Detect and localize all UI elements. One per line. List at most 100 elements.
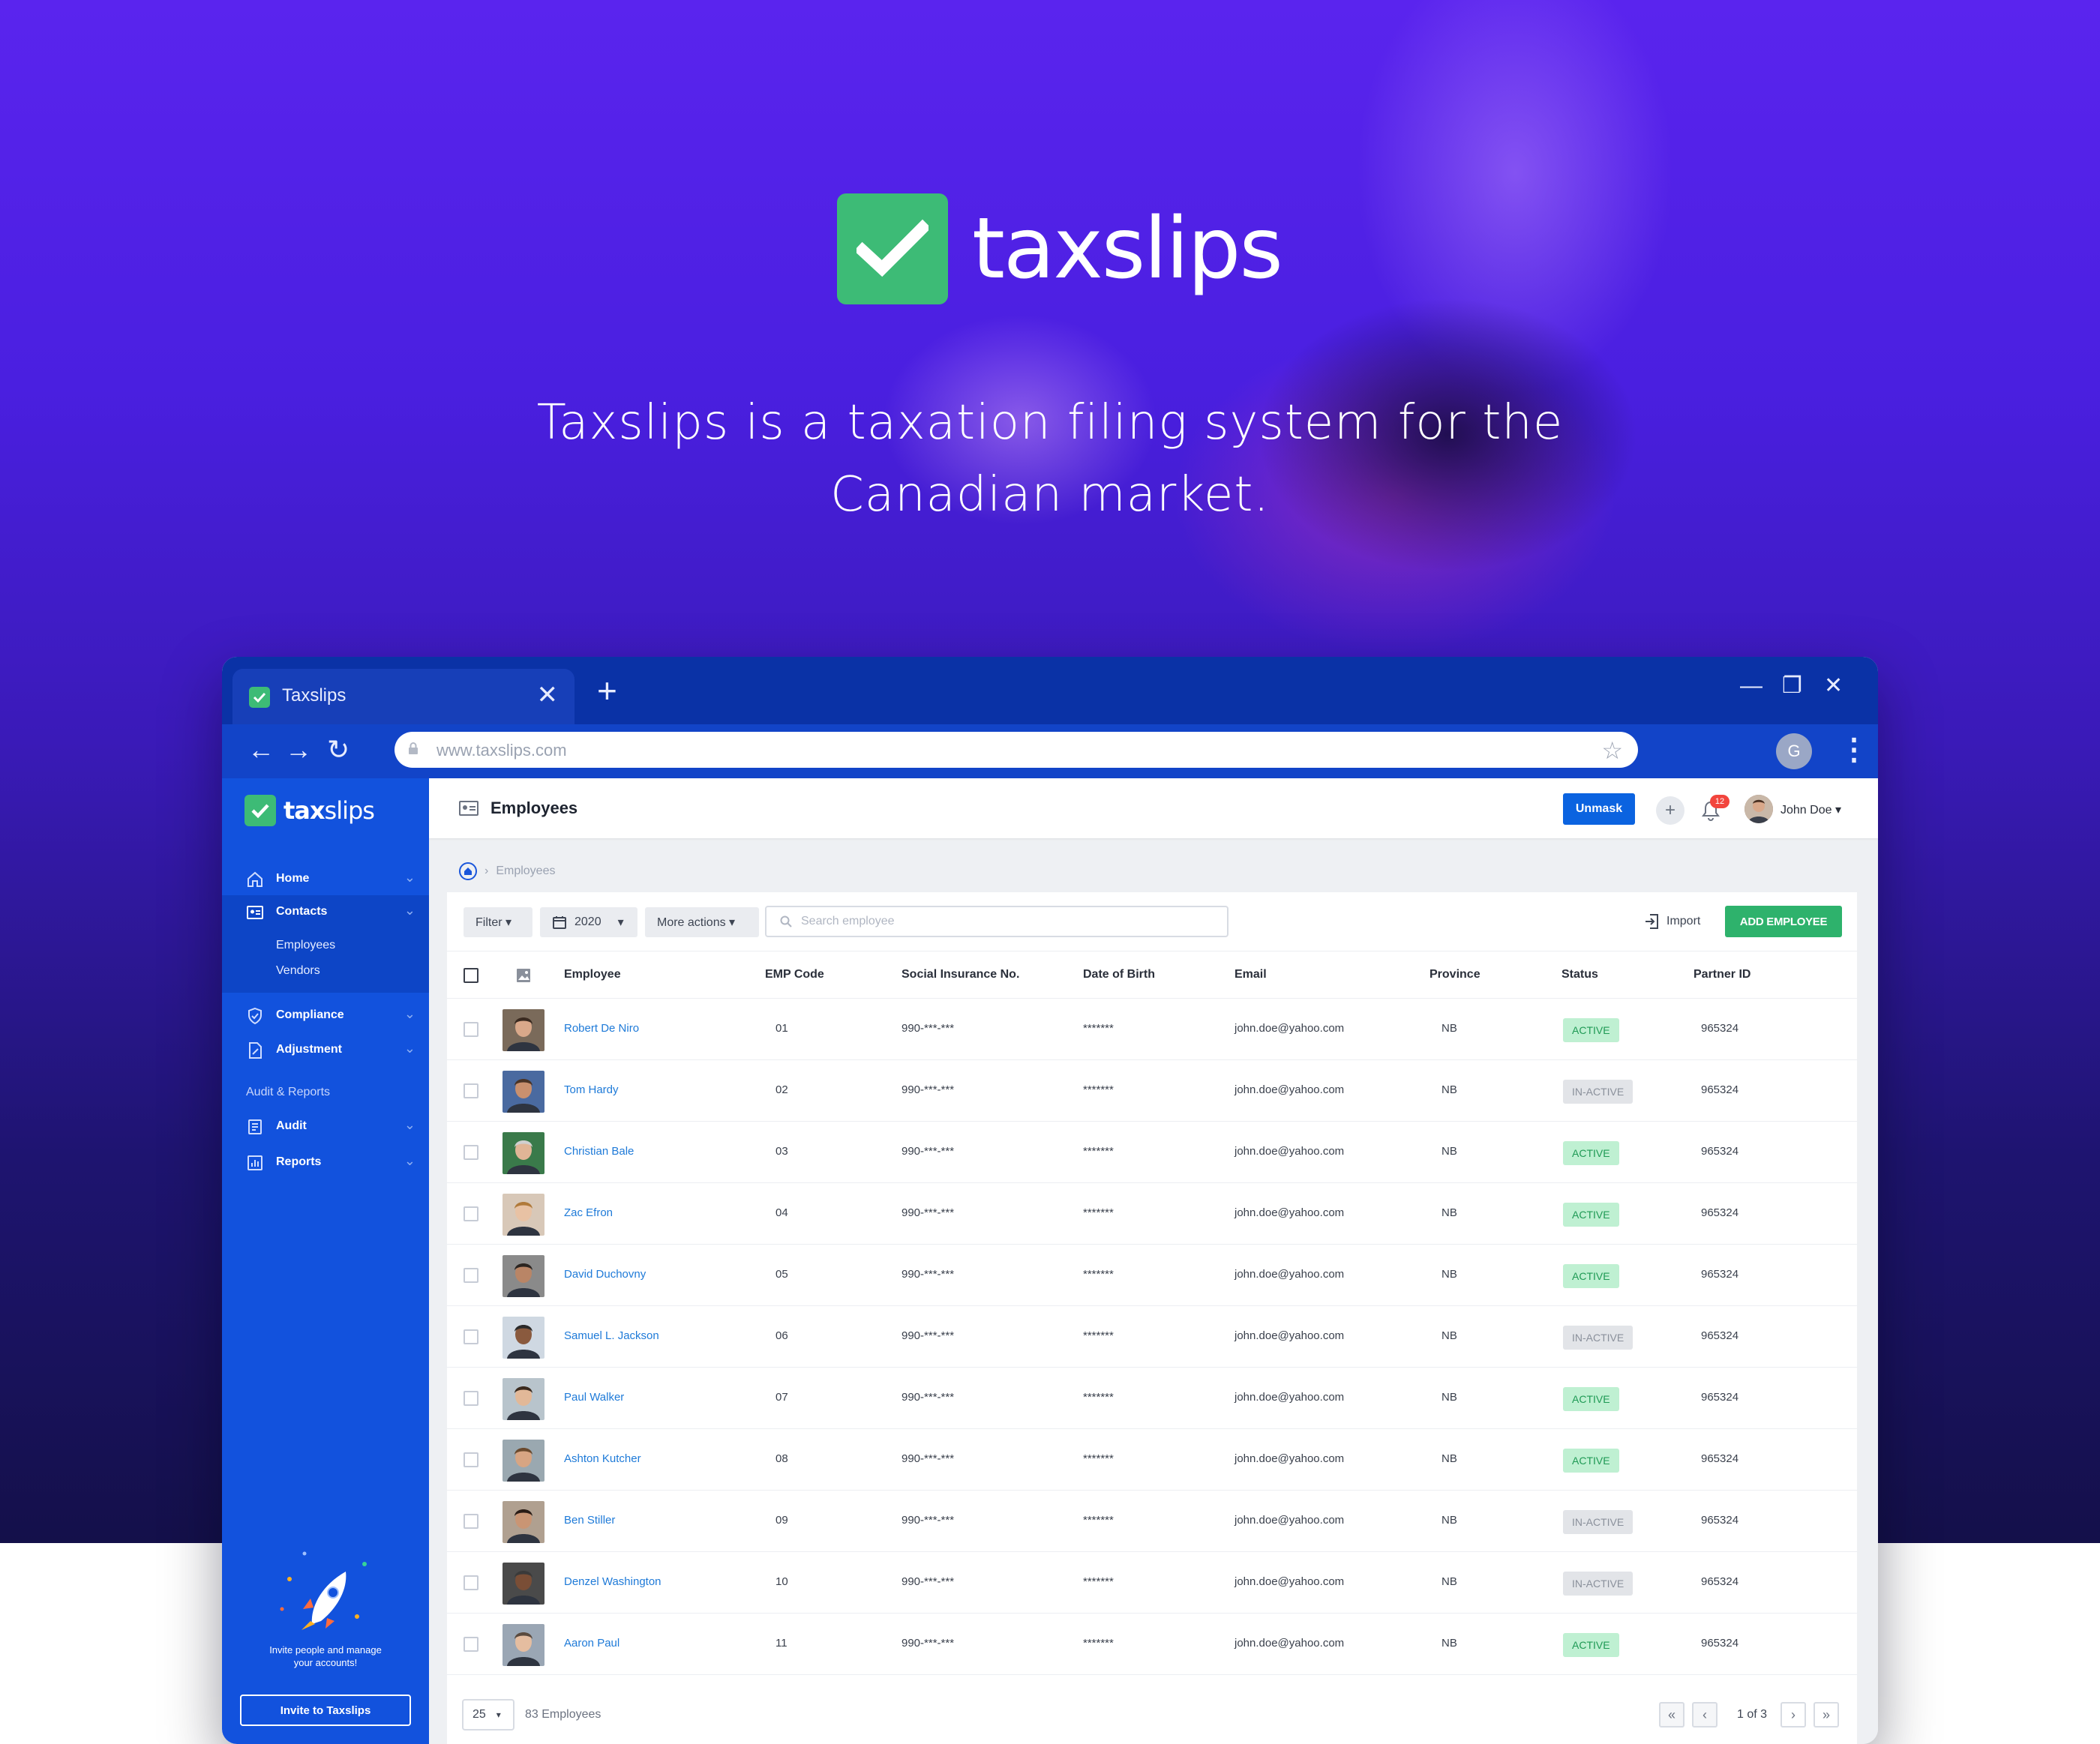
column-header-dob[interactable]: Date of Birth	[1083, 968, 1155, 981]
employee-name-link[interactable]: Ashton Kutcher	[564, 1452, 641, 1465]
unmask-button[interactable]: Unmask	[1563, 793, 1635, 825]
sin-value: 990-***-***	[902, 1083, 955, 1096]
row-checkbox[interactable]	[464, 1329, 478, 1344]
row-checkbox[interactable]	[464, 1452, 478, 1467]
row-checkbox[interactable]	[464, 1206, 478, 1221]
row-checkbox[interactable]	[464, 1637, 478, 1652]
restore-icon[interactable]: ❐	[1782, 675, 1802, 697]
sidebar-item-audit[interactable]: Audit ⌄	[222, 1110, 429, 1144]
table-row[interactable]: Tom Hardy 02 990-***-*** ******* john.doe@ya…	[447, 1060, 1857, 1122]
dob-value: *******	[1083, 1145, 1114, 1158]
column-header-email[interactable]: Email	[1234, 968, 1267, 981]
forward-arrow-icon[interactable]: →	[285, 736, 312, 763]
employee-name-link[interactable]: Ben Stiller	[564, 1514, 615, 1527]
status-badge: ACTIVE	[1563, 1018, 1619, 1042]
sidebar-subitem-employees[interactable]: Employees	[276, 939, 335, 952]
minimize-icon[interactable]: —	[1740, 675, 1762, 697]
status-badge: IN-ACTIVE	[1563, 1510, 1634, 1534]
select-all-checkbox[interactable]	[464, 968, 478, 983]
browser-profile-avatar[interactable]: G	[1776, 733, 1812, 769]
next-page-button[interactable]: ›	[1780, 1702, 1806, 1728]
sidebar-item-label: Reports	[276, 1155, 322, 1168]
quick-add-button[interactable]: +	[1656, 796, 1684, 825]
employee-name-link[interactable]: David Duchovny	[564, 1268, 646, 1281]
hero-tagline-line2: Canadian market.	[830, 467, 1270, 523]
table-row[interactable]: Robert De Niro 01 990-***-*** ******* john.d…	[447, 999, 1857, 1060]
row-checkbox[interactable]	[464, 1514, 478, 1529]
table-row[interactable]: David Duchovny 05 990-***-*** ******* john.d…	[447, 1245, 1857, 1306]
year-dropdown[interactable]: 2020 ▾	[540, 907, 638, 937]
contact-card-icon	[459, 801, 478, 816]
browser-tab[interactable]: Taxslips ✕	[232, 669, 574, 724]
employee-photo	[502, 1440, 544, 1482]
add-employee-button[interactable]: ADD EMPLOYEE	[1725, 906, 1842, 937]
user-avatar[interactable]	[1744, 795, 1773, 823]
employee-name-link[interactable]: Zac Efron	[564, 1206, 613, 1219]
row-checkbox[interactable]	[464, 1083, 478, 1098]
sidebar-item-home[interactable]: Home ⌄	[222, 862, 429, 897]
sidebar: taxslips Home ⌄ Contacts ⌄ Employees Ven…	[222, 778, 429, 1744]
sidebar-item-reports[interactable]: Reports ⌄	[222, 1146, 429, 1180]
column-header-province[interactable]: Province	[1430, 968, 1480, 981]
emp-code: 04	[776, 1206, 788, 1219]
sidebar-brand-rest: slips	[324, 796, 375, 825]
browser-menu-icon[interactable]: ⋮	[1839, 732, 1869, 768]
emp-code: 05	[776, 1268, 788, 1281]
sidebar-logo[interactable]: taxslips	[244, 795, 375, 826]
employee-name-link[interactable]: Paul Walker	[564, 1391, 624, 1404]
per-page-select[interactable]: 25 ▾	[462, 1699, 514, 1731]
table-row[interactable]: Zac Efron 04 990-***-*** ******* john.doe@ya…	[447, 1183, 1857, 1245]
prev-page-button[interactable]: ‹	[1692, 1702, 1718, 1728]
window-close-icon[interactable]: ✕	[1824, 675, 1843, 697]
search-input[interactable]: Search employee	[765, 906, 1228, 937]
search-icon	[780, 915, 792, 927]
table-row[interactable]: Paul Walker 07 990-***-*** ******* john.doe@…	[447, 1368, 1857, 1429]
employee-name-link[interactable]: Aaron Paul	[564, 1637, 620, 1650]
table-row[interactable]: Ashton Kutcher 08 990-***-*** ******* john.d…	[447, 1429, 1857, 1491]
status-badge: ACTIVE	[1563, 1141, 1619, 1165]
last-page-button[interactable]: »	[1814, 1702, 1839, 1728]
employee-name-link[interactable]: Tom Hardy	[564, 1083, 619, 1096]
table-row[interactable]: Christian Bale 03 990-***-*** ******* john.d…	[447, 1122, 1857, 1183]
row-checkbox[interactable]	[464, 1022, 478, 1037]
dob-value: *******	[1083, 1083, 1114, 1096]
sidebar-item-contacts[interactable]: Contacts ⌄	[222, 895, 429, 930]
status-badge: ACTIVE	[1563, 1449, 1619, 1473]
employee-name-link[interactable]: Samuel L. Jackson	[564, 1329, 659, 1342]
address-bar[interactable]: www.taxslips.com ☆	[394, 732, 1638, 768]
user-menu[interactable]: John Doe ▾	[1780, 802, 1841, 817]
new-tab-icon[interactable]: +	[597, 673, 617, 708]
table-row[interactable]: Samuel L. Jackson 06 990-***-*** ******* joh…	[447, 1306, 1857, 1368]
home-breadcrumb-icon[interactable]	[459, 862, 477, 880]
employee-name-link[interactable]: Denzel Washington	[564, 1575, 662, 1588]
column-header-sin[interactable]: Social Insurance No.	[902, 968, 1019, 981]
filter-dropdown[interactable]: Filter ▾	[464, 907, 532, 937]
table-row[interactable]: Denzel Washington 10 990-***-*** ******* joh…	[447, 1552, 1857, 1614]
sidebar-subitem-vendors[interactable]: Vendors	[276, 964, 320, 978]
tab-close-icon[interactable]: ✕	[537, 682, 559, 708]
row-checkbox[interactable]	[464, 1145, 478, 1160]
import-button[interactable]: Import	[1644, 913, 1700, 930]
column-header-partner-id[interactable]: Partner ID	[1694, 968, 1750, 981]
email-value: john.doe@yahoo.com	[1234, 1268, 1345, 1281]
column-header-emp-code[interactable]: EMP Code	[765, 968, 824, 981]
table-row[interactable]: Ben Stiller 09 990-***-*** ******* john.doe@…	[447, 1491, 1857, 1552]
invite-button[interactable]: Invite to Taxslips	[240, 1695, 411, 1726]
emp-code: 01	[776, 1022, 788, 1035]
bookmark-star-icon[interactable]: ☆	[1601, 736, 1623, 765]
column-header-status[interactable]: Status	[1562, 968, 1598, 981]
employee-name-link[interactable]: Christian Bale	[564, 1145, 634, 1158]
table-row[interactable]: Aaron Paul 11 990-***-*** ******* john.doe@y…	[447, 1614, 1857, 1675]
more-actions-dropdown[interactable]: More actions ▾	[645, 907, 759, 937]
sidebar-item-adjustment[interactable]: Adjustment ⌄	[222, 1033, 429, 1068]
back-arrow-icon[interactable]: ←	[248, 736, 274, 763]
emp-code: 03	[776, 1145, 788, 1158]
sidebar-item-compliance[interactable]: Compliance ⌄	[222, 999, 429, 1033]
row-checkbox[interactable]	[464, 1268, 478, 1283]
reload-icon[interactable]: ↻	[327, 736, 350, 763]
first-page-button[interactable]: «	[1659, 1702, 1684, 1728]
row-checkbox[interactable]	[464, 1575, 478, 1590]
column-header-employee[interactable]: Employee	[564, 968, 621, 981]
employee-name-link[interactable]: Robert De Niro	[564, 1022, 639, 1035]
row-checkbox[interactable]	[464, 1391, 478, 1406]
